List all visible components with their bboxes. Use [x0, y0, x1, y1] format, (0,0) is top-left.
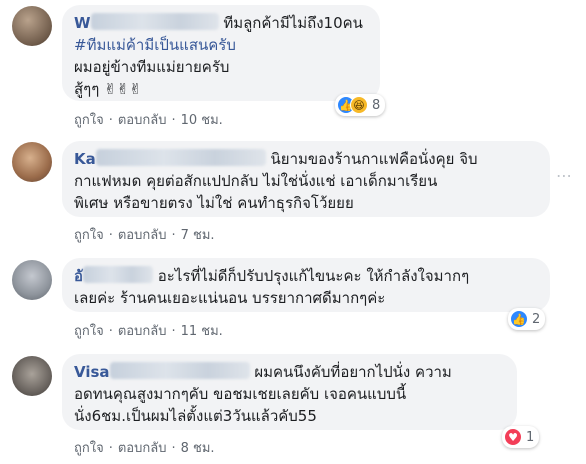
reactions-summary[interactable]: 👍 2 [508, 308, 546, 330]
like-link[interactable]: ถูกใจ [74, 224, 104, 245]
comment-text-line: ผมอยู่ข้างทีมแม่ยายครับ [74, 58, 230, 76]
comment-actions: ถูกใจ · ตอบกลับ · 10 ชม. [74, 109, 223, 130]
comment-text-line: เลยค่ะ ร้านคนเยอะแน่นอน บรรยากาศดีมากๆค่… [74, 289, 386, 307]
blurred-name [95, 149, 266, 166]
comment-actions: ถูกใจ · ตอบกลับ · 8 ชม. [74, 437, 215, 458]
comment-text-line: นั่ง6ชม.เป็นผมไล่ตั้งแต่3วันแล้วคับ55 [74, 407, 317, 425]
blurred-name [90, 13, 219, 30]
timestamp[interactable]: 7 ชม. [181, 224, 215, 245]
like-link[interactable]: ถูกใจ [74, 109, 104, 130]
avatar[interactable] [12, 142, 52, 182]
hashtag-link[interactable]: #ทีมแม่ค้ามีเป็นแสนครับ [74, 34, 368, 56]
comment-text-line: สู้ๆๆ ✌✌✌ [74, 80, 142, 98]
comment-bubble: Ka นิยามของร้านกาแฟคือนั่งคุย จิบ กาแฟหม… [62, 141, 550, 217]
commenter-name[interactable]: Visa [74, 363, 110, 381]
reactions-summary[interactable]: 👍 😆 8 [335, 94, 386, 116]
reactions-summary[interactable]: ♥ 1 [502, 426, 540, 448]
haha-icon: 😆 [350, 96, 368, 114]
more-dots-icon[interactable]: ⋯ [556, 166, 572, 185]
like-link[interactable]: ถูกใจ [74, 437, 104, 458]
like-link[interactable]: ถูกใจ [74, 320, 104, 341]
blurred-name [109, 362, 250, 379]
reaction-count: 2 [532, 311, 541, 327]
comment-bubble: อั อะไรที่ไม่ดีก็ปรับปรุงแก้ไขนะคะ ให้กำ… [62, 258, 550, 312]
blurred-name [83, 266, 154, 283]
reaction-count: 8 [372, 97, 381, 113]
reply-link[interactable]: ตอบกลับ [118, 109, 167, 130]
comment-text-line: พิเศษ หรือขายตรง ไม่ใช่ คนทำธุรกิจโว้ยยย [74, 194, 354, 212]
timestamp[interactable]: 8 ชม. [181, 437, 215, 458]
comment-text-line: นิยามของร้านกาแฟคือนั่งคุย จิบ [270, 150, 478, 168]
comment-actions: ถูกใจ · ตอบกลับ · 7 ชม. [74, 224, 215, 245]
love-icon: ♥ [504, 428, 522, 446]
comment-text-line: อดทนคุณสูงมากๆคับ ขอชมเชยเลยคับ เจอคนแบบ… [74, 385, 407, 403]
comment-text-line: อะไรที่ไม่ดีก็ปรับปรุงแก้ไขนะคะ ให้กำลัง… [157, 267, 470, 285]
commenter-name[interactable]: Ka [74, 150, 96, 168]
comment-bubble: Visa ผมคนนึงคับที่อยากไปนั่ง ความ อดทนคุ… [62, 354, 517, 430]
commenter-name[interactable]: อั [74, 267, 83, 285]
timestamp[interactable]: 10 ชม. [181, 109, 223, 130]
comment-text-line: กาแฟหมด คุยต่อสักแปปกลับ ไม่ใช่นั่งแช่ เ… [74, 172, 438, 190]
avatar[interactable] [12, 260, 52, 300]
timestamp[interactable]: 11 ชม. [181, 320, 223, 341]
avatar[interactable] [12, 6, 52, 46]
comment-bubble: W ทีมลูกค้ามีไม่ถึง10คน #ทีมแม่ค้ามีเป็น… [62, 5, 380, 101]
like-icon: 👍 [510, 310, 528, 328]
reply-link[interactable]: ตอบกลับ [118, 224, 167, 245]
commenter-name[interactable]: W [74, 14, 91, 32]
avatar[interactable] [12, 356, 52, 396]
comment-text-line: ทีมลูกค้ามีไม่ถึง10คน [223, 14, 363, 32]
comment-text-line: ผมคนนึงคับที่อยากไปนั่ง ความ [254, 363, 452, 381]
comment-actions: ถูกใจ · ตอบกลับ · 11 ชม. [74, 320, 223, 341]
reply-link[interactable]: ตอบกลับ [118, 437, 167, 458]
reaction-count: 1 [526, 429, 535, 445]
reply-link[interactable]: ตอบกลับ [118, 320, 167, 341]
